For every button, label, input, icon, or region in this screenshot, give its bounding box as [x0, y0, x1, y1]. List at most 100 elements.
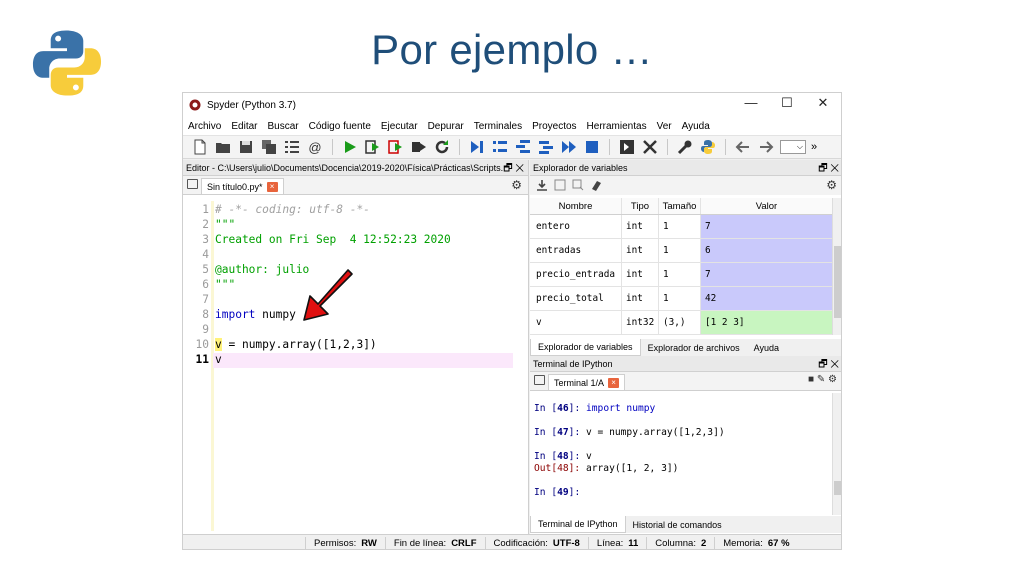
menu-herramientas[interactable]: Herramientas: [587, 121, 647, 132]
tab-explorador-variables[interactable]: Explorador de variables: [530, 339, 641, 356]
status-label: Codificación:: [493, 537, 548, 549]
code-line[interactable]: 6 """: [183, 278, 529, 293]
variable-row[interactable]: entero int 1 7: [530, 215, 832, 239]
ipython-terminal-pane: Terminal de IPython 🗗 ✕ Terminal 1/A × ■…: [530, 356, 841, 534]
terminal-scrollbar[interactable]: [832, 393, 841, 515]
outline-icon[interactable]: [283, 138, 301, 156]
code-line[interactable]: 2 """: [183, 218, 529, 233]
minimize-button[interactable]: —: [743, 95, 759, 111]
status-value: CRLF: [451, 537, 477, 549]
variable-name: precio_total: [530, 287, 622, 310]
back-icon[interactable]: [734, 138, 752, 156]
menu-ver[interactable]: Ver: [657, 121, 672, 132]
variable-row[interactable]: v int32 (3,) [1 2 3]: [530, 311, 832, 335]
continue-icon[interactable]: [560, 138, 578, 156]
code-line[interactable]: 3 Created on Fri Sep 4 12:52:23 2020: [183, 233, 529, 248]
col-nombre[interactable]: Nombre: [530, 198, 622, 214]
menu-ayuda[interactable]: Ayuda: [682, 121, 710, 132]
variable-explorer-header-controls[interactable]: 🗗 ✕: [818, 161, 839, 175]
menu-ejecutar[interactable]: Ejecutar: [381, 121, 418, 132]
variable-name: v: [530, 311, 622, 334]
code-line[interactable]: 5 @author: julio: [183, 263, 529, 278]
scrollbar-thumb[interactable]: [834, 481, 841, 495]
code-editor[interactable]: 1 # -*- coding: utf-8 -*- 2 """ 3 Created on …: [183, 201, 529, 531]
code-line[interactable]: 7: [183, 293, 529, 308]
menu-terminales[interactable]: Terminales: [474, 121, 522, 132]
toolbar-overflow-icon[interactable]: »: [811, 141, 817, 153]
import-data-icon[interactable]: [536, 179, 548, 191]
variable-row[interactable]: precio_total int 1 42: [530, 287, 832, 311]
variable-explorer-gear-icon[interactable]: ⚙: [826, 178, 837, 192]
editor-options-gear-icon[interactable]: ⚙: [511, 178, 522, 192]
code-line[interactable]: 8 import numpy: [183, 308, 529, 323]
terminal-output[interactable]: In [46]: import numpy In [47]: v = numpy.…: [530, 393, 830, 515]
variable-value: 7: [701, 215, 832, 238]
col-valor[interactable]: Valor: [701, 198, 832, 214]
terminal-pane-tabs: Terminal de IPython Historial de comando…: [530, 516, 841, 533]
step-into-icon[interactable]: [514, 138, 532, 156]
run-selection-icon[interactable]: [410, 138, 428, 156]
maximize-pane-icon[interactable]: [618, 138, 636, 156]
menu-depurar[interactable]: Depurar: [428, 121, 464, 132]
terminal-header-controls[interactable]: 🗗 ✕: [818, 357, 839, 371]
tab-sin-titulo0[interactable]: Sin título0.py* ×: [201, 178, 284, 194]
wrench-icon[interactable]: [676, 138, 694, 156]
eraser-icon[interactable]: [590, 179, 602, 191]
save-icon[interactable]: [237, 138, 255, 156]
code-text: """: [215, 278, 235, 291]
scrollbar-thumb[interactable]: [834, 246, 841, 318]
variable-row[interactable]: entradas int 1 6: [530, 239, 832, 263]
menu-codigo-fuente[interactable]: Código fuente: [309, 121, 371, 132]
col-tipo[interactable]: Tipo: [622, 198, 659, 214]
save-data-icon[interactable]: [554, 179, 566, 191]
step-icon[interactable]: [491, 138, 509, 156]
run-cell-icon[interactable]: [364, 138, 382, 156]
run-icon[interactable]: [341, 138, 359, 156]
code-line[interactable]: 10 v = numpy.array([1,2,3]): [183, 338, 529, 353]
menu-archivo[interactable]: Archivo: [188, 121, 221, 132]
variables-scrollbar[interactable]: [832, 198, 841, 335]
menu-buscar[interactable]: Buscar: [267, 121, 298, 132]
python-path-icon[interactable]: [699, 138, 717, 156]
tab-terminal-1a[interactable]: Terminal 1/A ×: [548, 374, 626, 390]
tab-explorador-archivos[interactable]: Explorador de archivos: [641, 339, 747, 356]
editor-header-controls[interactable]: 🗗 ✕: [503, 161, 524, 175]
prompt: ]:: [568, 487, 586, 498]
maximize-button[interactable]: ☐: [779, 95, 795, 111]
run-cell-advance-icon[interactable]: [387, 138, 405, 156]
code-line[interactable]: 11 v: [183, 353, 529, 368]
new-file-icon[interactable]: [191, 138, 209, 156]
variable-size: 1: [659, 287, 701, 310]
variable-explorer-header: Explorador de variables 🗗 ✕: [530, 160, 841, 176]
terminal-tab-close-icon[interactable]: ×: [608, 377, 620, 388]
step-return-icon[interactable]: [537, 138, 555, 156]
debug-icon[interactable]: [468, 138, 486, 156]
working-dir-combo[interactable]: ⌵: [780, 140, 806, 154]
terminal-controls[interactable]: ■ ✎ ⚙: [808, 374, 837, 385]
menu-proyectos[interactable]: Proyectos: [532, 121, 576, 132]
variable-value: 42: [701, 287, 832, 310]
code-line[interactable]: 9: [183, 323, 529, 338]
open-folder-icon[interactable]: [214, 138, 232, 156]
save-all-icon[interactable]: [260, 138, 278, 156]
status-item: Permisos: RW: [305, 536, 385, 549]
status-value: 2: [700, 537, 707, 549]
save-data-as-icon[interactable]: [572, 179, 584, 191]
stop-icon[interactable]: [583, 138, 601, 156]
at-icon[interactable]: @: [306, 138, 324, 156]
forward-icon[interactable]: [757, 138, 775, 156]
browse-consoles-icon[interactable]: [534, 375, 545, 385]
tab-historial-comandos[interactable]: Historial de comandos: [626, 516, 729, 533]
variable-row[interactable]: precio_entrada int 1 7: [530, 263, 832, 287]
code-line[interactable]: 1 # -*- coding: utf-8 -*-: [183, 203, 529, 218]
browse-tabs-icon[interactable]: [187, 179, 198, 189]
tab-terminal-ipython[interactable]: Terminal de IPython: [530, 516, 626, 533]
tab-close-icon[interactable]: ×: [266, 181, 278, 192]
col-tamano[interactable]: Tamaño: [659, 198, 701, 214]
rerun-icon[interactable]: [433, 138, 451, 156]
fullscreen-icon[interactable]: [641, 138, 659, 156]
tab-ayuda[interactable]: Ayuda: [747, 339, 786, 356]
menu-editar[interactable]: Editar: [231, 121, 257, 132]
code-line[interactable]: 4: [183, 248, 529, 263]
close-button[interactable]: ✕: [815, 95, 831, 111]
